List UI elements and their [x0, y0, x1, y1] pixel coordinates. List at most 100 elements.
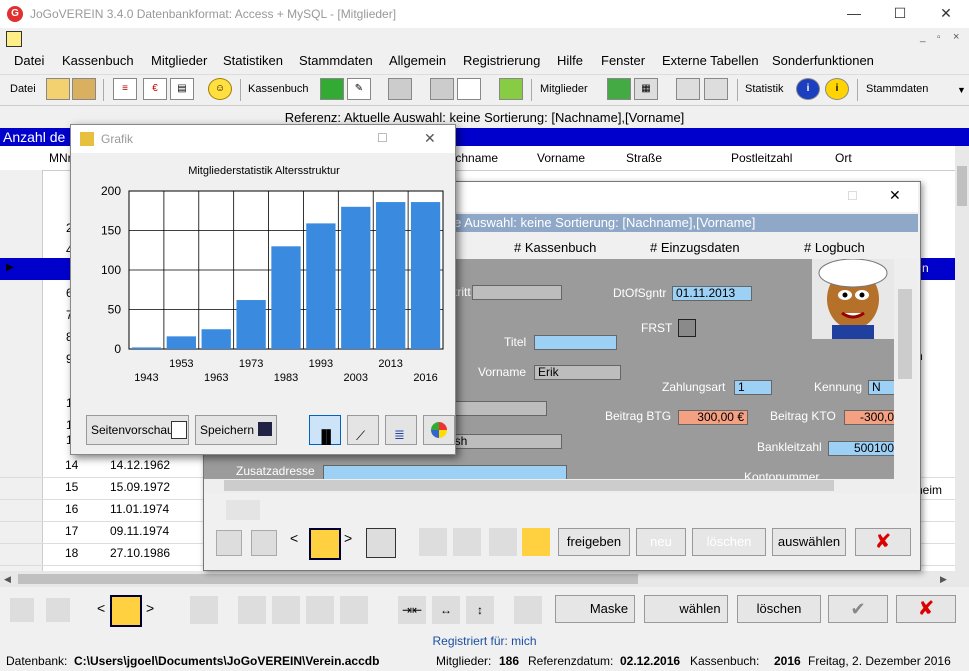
toolbar-kassenbuch-label[interactable]: Kassenbuch	[248, 83, 309, 95]
bottom-loeschen-button[interactable]: löschen	[737, 595, 821, 623]
mask-grid-icon[interactable]	[366, 528, 396, 558]
mask-paste-icon[interactable]	[453, 528, 481, 556]
menu-mitglieder[interactable]: Mitglieder	[151, 53, 207, 68]
column-narrow-icon[interactable]: ⇥⇤	[398, 596, 426, 624]
info-icon[interactable]: i	[796, 78, 820, 100]
toolbar-statistik-label[interactable]: Statistik	[745, 83, 784, 95]
scrollbar-thumb[interactable]	[224, 480, 834, 491]
spark-icon[interactable]	[190, 596, 218, 624]
header-strasse[interactable]: Straße	[626, 148, 662, 168]
mdi-close-icon[interactable]: ×	[953, 31, 959, 43]
chart-maximize-button[interactable]: ☐	[377, 131, 388, 145]
prev-record-icon[interactable]: <	[97, 600, 105, 616]
scrollbar-thumb[interactable]	[18, 574, 638, 584]
waehlen-button[interactable]: wählen	[644, 595, 728, 623]
filter-icon[interactable]	[238, 596, 266, 624]
menu-stammdaten[interactable]: Stammdaten	[299, 53, 373, 68]
mdi-minimize-icon[interactable]: _	[920, 32, 926, 43]
tab-logbuch[interactable]: # Logbuch	[804, 240, 865, 255]
toolbar-mitglieder-label[interactable]: Mitglieder	[540, 83, 588, 95]
key-icon[interactable]	[306, 596, 334, 624]
kennung-field[interactable]: N	[868, 380, 894, 395]
mask-copy-icon[interactable]	[419, 528, 447, 556]
menu-hilfe[interactable]: Hilfe	[557, 53, 583, 68]
chart-close-button[interactable]: ✕	[424, 130, 436, 147]
menu-externe-tabellen[interactable]: Externe Tabellen	[662, 53, 759, 68]
header-mnr[interactable]: MNr	[49, 148, 72, 168]
minimize-button[interactable]: —	[831, 0, 877, 28]
mask-vertical-scrollbar[interactable]	[894, 259, 918, 479]
calendar-icon[interactable]	[110, 595, 142, 627]
auswaehlen-button[interactable]: auswählen	[772, 528, 846, 556]
mask-maximize-button[interactable]: ☐	[847, 189, 858, 203]
member-card-icon[interactable]	[607, 78, 631, 100]
edit-icon[interactable]: ✎	[347, 78, 371, 100]
maximize-button[interactable]: ☐	[877, 0, 923, 28]
scroll-left-icon[interactable]: ◀	[4, 574, 11, 585]
mask-heart-icon[interactable]	[251, 530, 277, 556]
mdi-restore-icon[interactable]: ▫	[937, 32, 941, 43]
close-button[interactable]: ✕	[923, 0, 969, 28]
table-red-icon[interactable]	[340, 596, 368, 624]
line-chart-type-button[interactable]: ⟋	[347, 415, 379, 445]
print-icon[interactable]	[457, 78, 481, 100]
tab-kassenbuch[interactable]: # Kassenbuch	[514, 240, 596, 255]
cashbook-icon[interactable]	[320, 78, 344, 100]
neu-button[interactable]: neu	[636, 528, 686, 556]
freigeben-button[interactable]: freigeben	[558, 528, 630, 556]
grid-icon[interactable]: ▦	[634, 78, 658, 100]
open-folder-icon[interactable]	[46, 78, 70, 100]
smiley-icon[interactable]: ☺	[208, 78, 232, 100]
save-button[interactable]: Speichern	[195, 415, 277, 445]
info-yellow-icon[interactable]: i	[825, 78, 849, 100]
loeschen-button[interactable]: löschen	[692, 528, 766, 556]
header-vorname[interactable]: Vorname	[537, 148, 585, 168]
zahlungsart-field[interactable]: 1	[734, 380, 772, 395]
vorname-field[interactable]: Erik	[534, 365, 621, 380]
heart-icon[interactable]	[46, 598, 70, 622]
hbar-chart-type-button[interactable]: ≣	[385, 415, 417, 445]
toolbar-stammdaten-label[interactable]: Stammdaten	[866, 83, 928, 95]
frst-checkbox[interactable]	[678, 319, 696, 337]
member-list-icon[interactable]	[430, 78, 454, 100]
mask-tree-icon[interactable]	[489, 528, 517, 556]
note-icon[interactable]	[514, 596, 542, 624]
toolbar-datei-label[interactable]: Datei	[10, 83, 36, 95]
filter-clear-icon[interactable]	[272, 596, 300, 624]
kasse-icon[interactable]: €	[143, 78, 167, 100]
network-icon[interactable]	[676, 78, 700, 100]
menu-fenster[interactable]: Fenster	[601, 53, 645, 68]
header-postleitzahl[interactable]: Postleitzahl	[731, 148, 792, 168]
menu-sonderfunktionen[interactable]: Sonderfunktionen	[772, 53, 874, 68]
menu-allgemein[interactable]: Allgemein	[389, 53, 446, 68]
beitrag-btg-field[interactable]: 300,00 €	[678, 410, 748, 425]
child-window-icon[interactable]	[6, 31, 22, 47]
mask-next-icon[interactable]: >	[344, 530, 352, 546]
mask-list-icon[interactable]	[216, 530, 242, 556]
preview-button[interactable]: Seitenvorschau	[86, 415, 189, 445]
liste-icon[interactable]: ≡	[113, 78, 137, 100]
menu-datei[interactable]: Datei	[14, 53, 44, 68]
strasse-field[interactable]	[454, 401, 547, 416]
menu-statistiken[interactable]: Statistiken	[223, 53, 283, 68]
scrollbar-thumb[interactable]	[957, 166, 967, 206]
scrollbar-thumb[interactable]	[898, 289, 912, 379]
form-icon[interactable]: ▤	[170, 78, 194, 100]
people-icon[interactable]	[704, 78, 728, 100]
header-ort[interactable]: Ort	[835, 148, 852, 168]
row-height-icon[interactable]: ↕	[466, 596, 494, 624]
books-icon[interactable]	[499, 78, 523, 100]
next-record-icon[interactable]: >	[146, 600, 154, 616]
grid-vertical-scrollbar[interactable]	[955, 146, 969, 571]
menu-registrierung[interactable]: Registrierung	[463, 53, 540, 68]
zusatzadresse-field[interactable]	[323, 465, 567, 479]
bankleitzahl-field[interactable]: 500100	[828, 441, 894, 456]
folder-save-icon[interactable]	[72, 78, 96, 100]
scroll-right-icon[interactable]: ▶	[940, 574, 947, 585]
mask-prev-icon[interactable]: <	[290, 530, 298, 546]
grid-horizontal-scrollbar[interactable]: ◀ ▶	[0, 571, 969, 587]
beitrag-kto-field[interactable]: -300,0	[844, 410, 894, 425]
mask-calendar-icon[interactable]	[309, 528, 341, 560]
column-wide-icon[interactable]: ↔	[432, 596, 460, 624]
bar-chart-type-button[interactable]: ▐▌	[309, 415, 341, 445]
